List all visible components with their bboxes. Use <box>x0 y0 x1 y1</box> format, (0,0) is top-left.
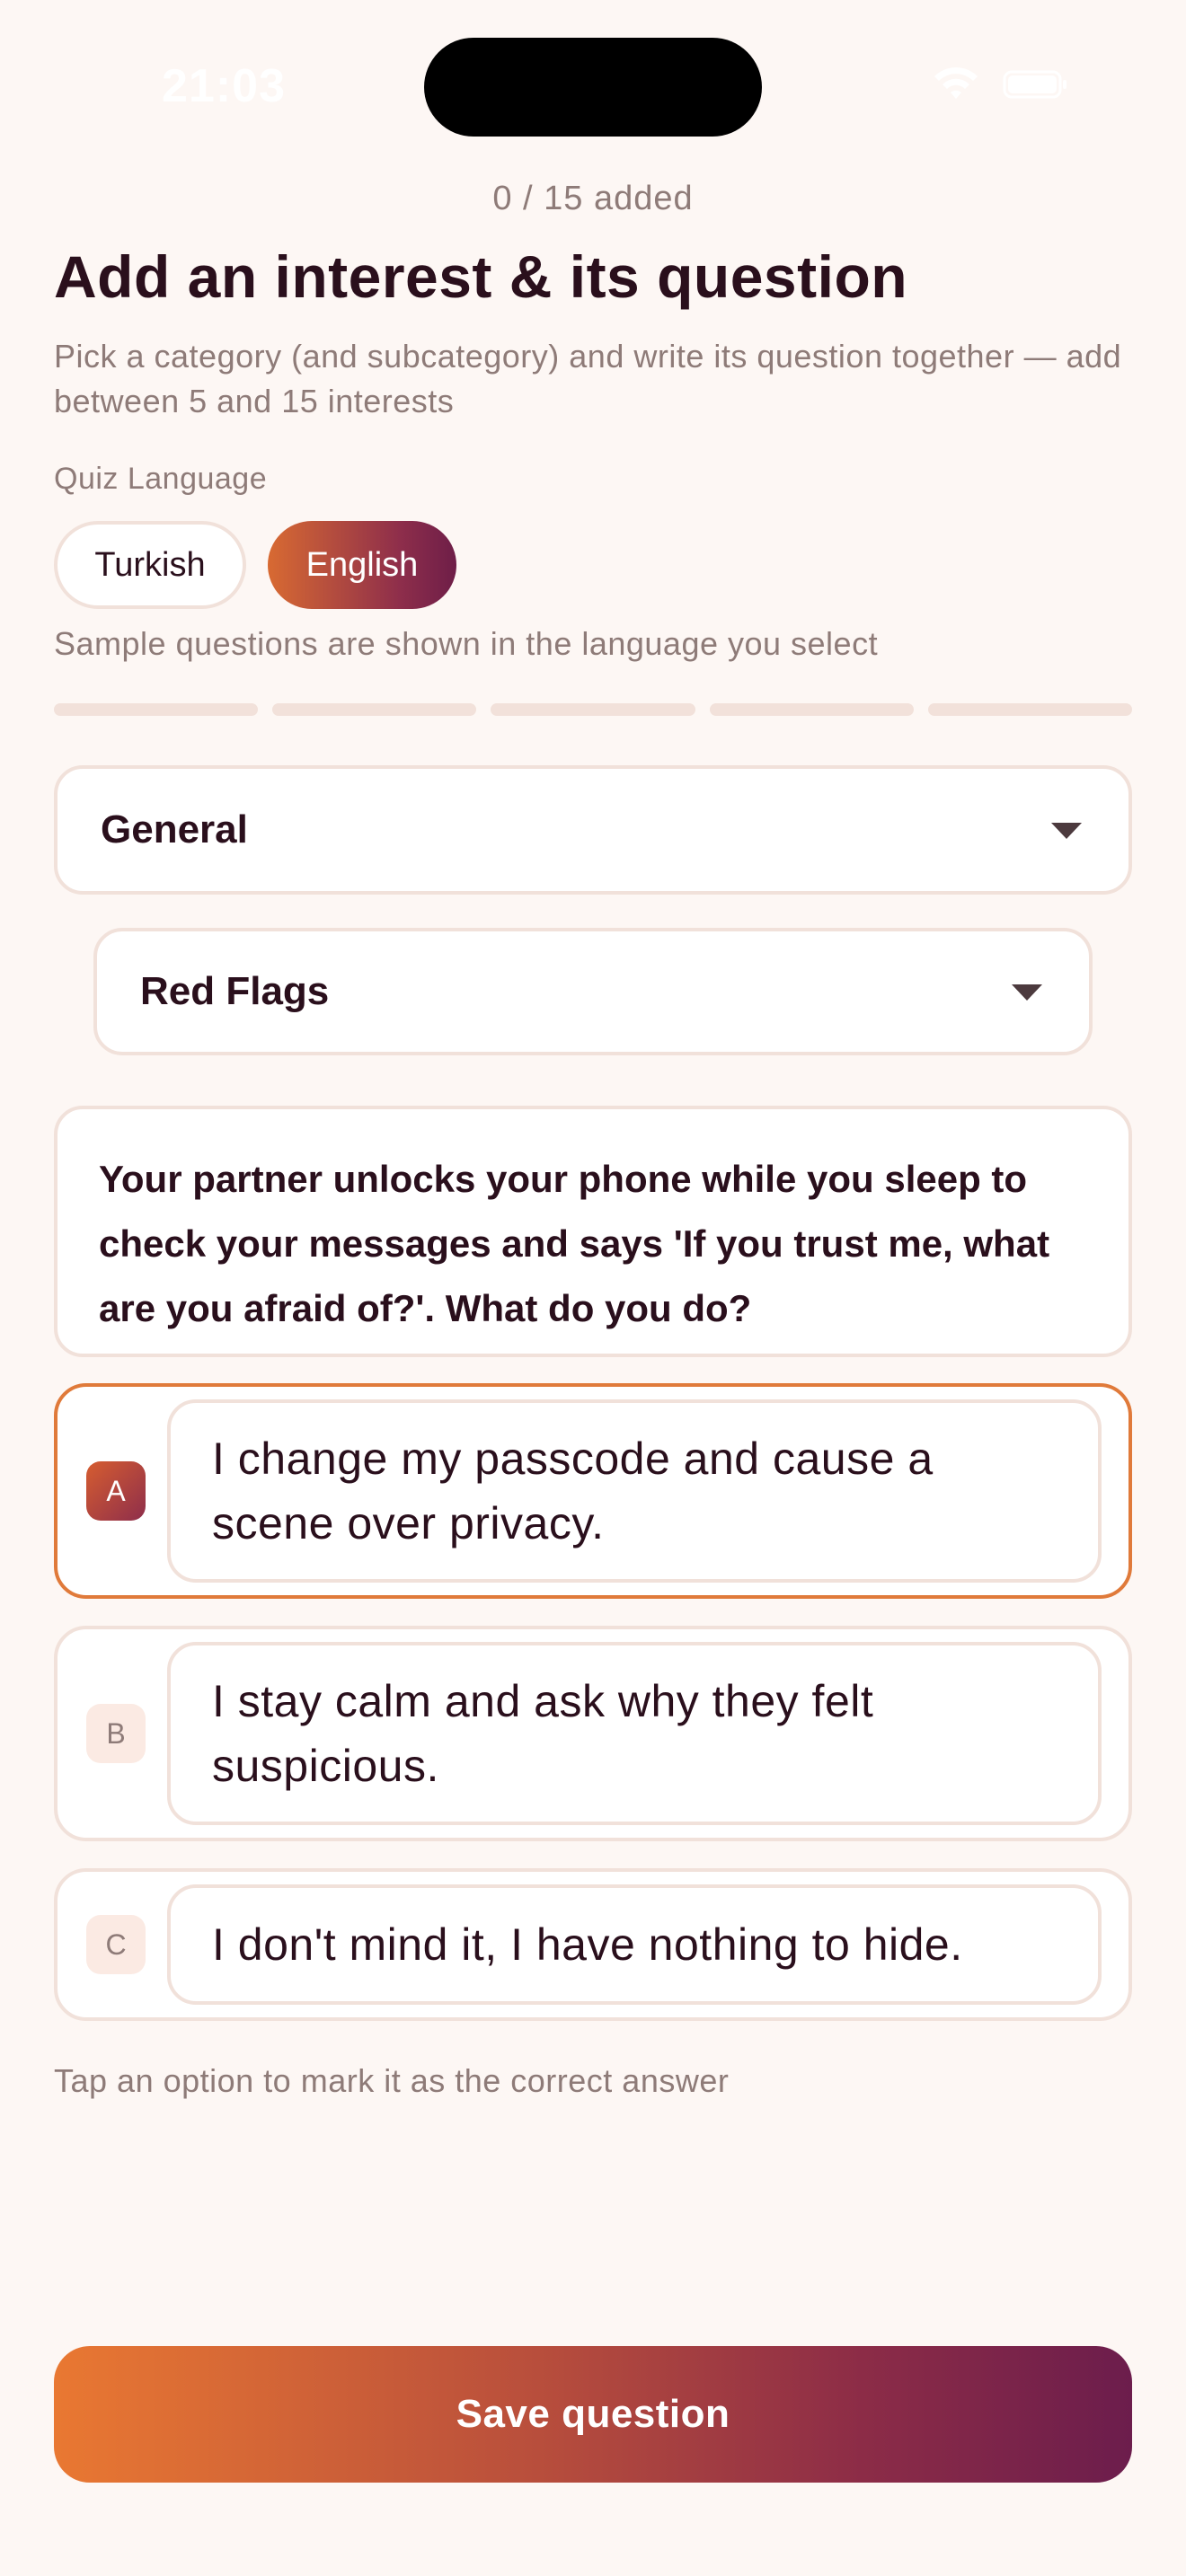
option-text: I don't mind it, I have nothing to hide. <box>212 1919 963 1970</box>
save-question-button[interactable]: Save question <box>54 2346 1132 2483</box>
option-letter-badge: B <box>86 1704 146 1763</box>
category-value: General <box>101 807 248 851</box>
progress-segment <box>272 703 477 716</box>
battery-icon <box>1003 68 1069 105</box>
page-subtitle: Pick a category (and subcategory) and wr… <box>54 338 1122 419</box>
progress-segment <box>927 703 1133 716</box>
option-letter-badge: C <box>86 1915 146 1974</box>
answer-option-a[interactable]: A I change my passcode and cause a scene… <box>54 1383 1132 1599</box>
subcategory-dropdown[interactable]: Red Flags <box>93 928 1093 1055</box>
chevron-down-icon <box>1012 984 1042 1001</box>
option-input[interactable]: I stay calm and ask why they felt suspic… <box>167 1642 1102 1825</box>
answer-option-b[interactable]: B I stay calm and ask why they felt susp… <box>54 1626 1132 1841</box>
progress-segment <box>491 703 695 716</box>
option-text: I change my passcode and cause a scene o… <box>212 1434 934 1548</box>
quiz-language-label: Quiz Language <box>54 462 268 496</box>
progress-segment <box>54 703 259 716</box>
wifi-icon <box>933 66 979 107</box>
save-button-label: Save question <box>456 2392 730 2436</box>
option-input[interactable]: I change my passcode and cause a scene o… <box>167 1399 1102 1583</box>
language-option-turkish[interactable]: Turkish <box>54 521 246 609</box>
progress-bar <box>54 703 1133 716</box>
category-dropdown[interactable]: General <box>54 765 1132 895</box>
status-icons <box>933 66 1069 107</box>
option-letter-badge: A <box>86 1461 146 1521</box>
language-option-label: English <box>305 545 419 584</box>
answer-option-c[interactable]: C I don't mind it, I have nothing to hid… <box>54 1868 1132 2021</box>
language-note: Sample questions are shown in the langua… <box>54 625 879 662</box>
question-text: Your partner unlocks your phone while yo… <box>99 1158 1050 1329</box>
correct-answer-hint: Tap an option to mark it as the correct … <box>54 2062 730 2099</box>
added-counter: 0 / 15 added <box>492 180 694 217</box>
status-time: 21:03 <box>162 60 286 112</box>
option-text: I stay calm and ask why they felt suspic… <box>212 1676 874 1791</box>
language-option-label: Turkish <box>94 545 206 584</box>
subcategory-value: Red Flags <box>140 969 330 1013</box>
language-option-english[interactable]: English <box>268 521 456 609</box>
question-input[interactable]: Your partner unlocks your phone while yo… <box>54 1106 1132 1357</box>
dynamic-island <box>424 38 762 137</box>
option-input[interactable]: I don't mind it, I have nothing to hide. <box>167 1884 1102 2005</box>
page-title: Add an interest & its question <box>54 243 908 310</box>
progress-segment <box>709 703 914 716</box>
chevron-down-icon <box>1051 823 1082 839</box>
